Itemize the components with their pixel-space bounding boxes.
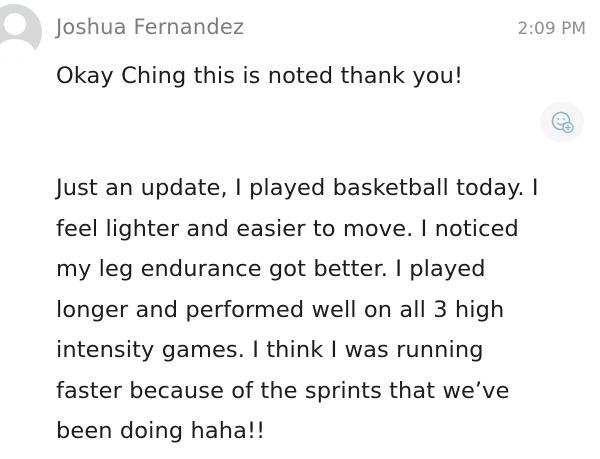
add-reaction-button[interactable] (540, 102, 584, 142)
avatar-body-shape (0, 39, 36, 60)
avatar-head-shape (4, 13, 26, 35)
message-text-line-1: Okay Ching this is noted thank you! (56, 63, 464, 89)
add-reaction-icon (551, 111, 574, 134)
message-timestamp: 2:09 PM (517, 19, 587, 39)
message-text-line-2: Just an update, I played basketball toda… (56, 175, 539, 444)
chat-message: Joshua Fernandez 2:09 PM Okay Ching this… (0, 0, 600, 459)
avatar[interactable] (0, 4, 42, 60)
sender-name[interactable]: Joshua Fernandez (56, 15, 244, 39)
